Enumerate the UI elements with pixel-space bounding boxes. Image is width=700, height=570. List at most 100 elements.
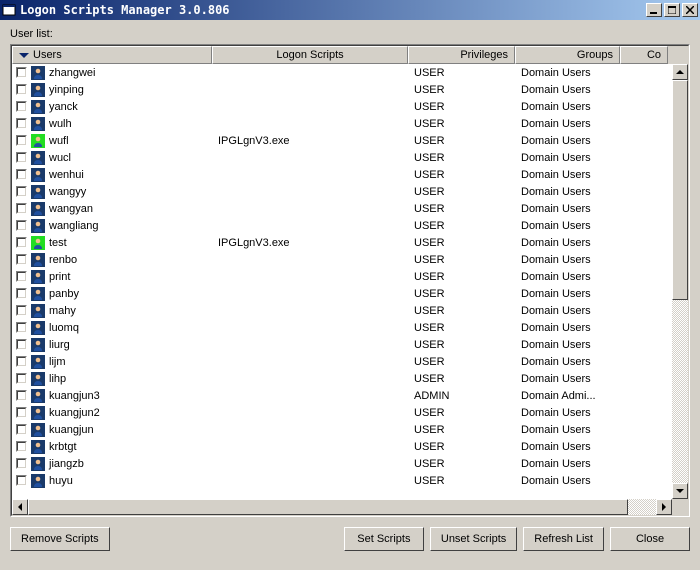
column-label: Co (647, 49, 661, 61)
table-row[interactable]: wenhuiUSERDomain Users (12, 166, 672, 183)
user-name: print (49, 271, 70, 283)
user-icon (31, 270, 45, 284)
row-checkbox[interactable] (16, 67, 27, 78)
user-name: lijm (49, 356, 66, 368)
table-row[interactable]: printUSERDomain Users (12, 268, 672, 285)
table-row[interactable]: testIPGLgnV3.exeUSERDomain Users (12, 234, 672, 251)
row-checkbox[interactable] (16, 458, 27, 469)
scroll-left-button[interactable] (12, 499, 28, 515)
table-row[interactable]: kuangjun2USERDomain Users (12, 404, 672, 421)
user-icon (31, 304, 45, 318)
user-icon (31, 372, 45, 386)
table-row[interactable]: luomqUSERDomain Users (12, 319, 672, 336)
row-checkbox[interactable] (16, 152, 27, 163)
table-row[interactable]: lihpUSERDomain Users (12, 370, 672, 387)
table-row[interactable]: wulhUSERDomain Users (12, 115, 672, 132)
vertical-scrollbar[interactable] (672, 64, 688, 499)
maximize-button[interactable] (664, 3, 680, 17)
table-row[interactable]: kuangjun3ADMINDomain Admi... (12, 387, 672, 404)
cell-privilege: USER (408, 288, 515, 300)
row-checkbox[interactable] (16, 305, 27, 316)
row-checkbox[interactable] (16, 118, 27, 129)
table-row[interactable]: zhangweiUSERDomain Users (12, 64, 672, 81)
row-checkbox[interactable] (16, 203, 27, 214)
table-row[interactable]: panbyUSERDomain Users (12, 285, 672, 302)
row-checkbox[interactable] (16, 390, 27, 401)
row-checkbox[interactable] (16, 475, 27, 486)
row-checkbox[interactable] (16, 169, 27, 180)
user-icon (31, 321, 45, 335)
user-icon (31, 151, 45, 165)
scroll-track-h[interactable] (28, 499, 656, 515)
row-checkbox[interactable] (16, 373, 27, 384)
scroll-down-button[interactable] (672, 483, 688, 499)
user-name: renbo (49, 254, 77, 266)
refresh-list-button[interactable]: Refresh List (523, 527, 604, 551)
table-row[interactable]: wangyanUSERDomain Users (12, 200, 672, 217)
minimize-button[interactable] (646, 3, 662, 17)
row-checkbox[interactable] (16, 84, 27, 95)
table-row[interactable]: liurgUSERDomain Users (12, 336, 672, 353)
table-row[interactable]: yinpingUSERDomain Users (12, 81, 672, 98)
cell-group: Domain Users (515, 407, 620, 419)
table-row[interactable]: wangyyUSERDomain Users (12, 183, 672, 200)
table-row[interactable]: lijmUSERDomain Users (12, 353, 672, 370)
row-checkbox[interactable] (16, 254, 27, 265)
row-checkbox[interactable] (16, 407, 27, 418)
titlebar: Logon Scripts Manager 3.0.806 (0, 0, 700, 20)
table-row[interactable]: kuangjunUSERDomain Users (12, 421, 672, 438)
column-header-co[interactable]: Co (620, 46, 668, 64)
scroll-right-button[interactable] (656, 499, 672, 515)
row-checkbox[interactable] (16, 356, 27, 367)
table-row[interactable]: wuclUSERDomain Users (12, 149, 672, 166)
row-checkbox[interactable] (16, 220, 27, 231)
close-window-button[interactable] (682, 3, 698, 17)
user-icon (31, 202, 45, 216)
table-row[interactable]: mahyUSERDomain Users (12, 302, 672, 319)
table-row[interactable]: renboUSERDomain Users (12, 251, 672, 268)
cell-privilege: USER (408, 407, 515, 419)
cell-user: lijm (12, 355, 212, 369)
unset-scripts-button[interactable]: Unset Scripts (430, 527, 517, 551)
column-header-privileges[interactable]: Privileges (408, 46, 515, 64)
scroll-thumb[interactable] (672, 80, 688, 300)
column-header-groups[interactable]: Groups (515, 46, 620, 64)
scroll-track[interactable] (672, 80, 688, 483)
column-header-scripts[interactable]: Logon Scripts (212, 46, 408, 64)
cell-group: Domain Users (515, 220, 620, 232)
row-checkbox[interactable] (16, 339, 27, 350)
row-checkbox[interactable] (16, 135, 27, 146)
row-checkbox[interactable] (16, 101, 27, 112)
row-checkbox[interactable] (16, 322, 27, 333)
row-checkbox[interactable] (16, 288, 27, 299)
row-checkbox[interactable] (16, 186, 27, 197)
remove-scripts-button[interactable]: Remove Scripts (10, 527, 110, 551)
cell-group: Domain Users (515, 271, 620, 283)
row-checkbox[interactable] (16, 441, 27, 452)
user-name: jiangzb (49, 458, 84, 470)
horizontal-scrollbar[interactable] (12, 499, 688, 515)
table-row[interactable]: huyuUSERDomain Users (12, 472, 672, 489)
row-checkbox[interactable] (16, 271, 27, 282)
column-header-users[interactable]: Users (12, 46, 212, 64)
cell-group: Domain Users (515, 101, 620, 113)
table-row[interactable]: krbtgtUSERDomain Users (12, 438, 672, 455)
chevron-down-icon (676, 489, 684, 493)
cell-user: wangyy (12, 185, 212, 199)
table-row[interactable]: jiangzbUSERDomain Users (12, 455, 672, 472)
cell-user: jiangzb (12, 457, 212, 471)
scroll-up-button[interactable] (672, 64, 688, 80)
close-button[interactable]: Close (610, 527, 690, 551)
scroll-thumb-h[interactable] (28, 499, 628, 515)
cell-group: Domain Users (515, 373, 620, 385)
table-row[interactable]: yanckUSERDomain Users (12, 98, 672, 115)
row-checkbox[interactable] (16, 424, 27, 435)
table-row[interactable]: wuflIPGLgnV3.exeUSERDomain Users (12, 132, 672, 149)
cell-user: lihp (12, 372, 212, 386)
set-scripts-button[interactable]: Set Scripts (344, 527, 424, 551)
table-row[interactable]: wangliangUSERDomain Users (12, 217, 672, 234)
cell-group: Domain Admi... (515, 390, 620, 402)
button-row: Remove Scripts Set Scripts Unset Scripts… (10, 517, 690, 551)
cell-user: krbtgt (12, 440, 212, 454)
row-checkbox[interactable] (16, 237, 27, 248)
